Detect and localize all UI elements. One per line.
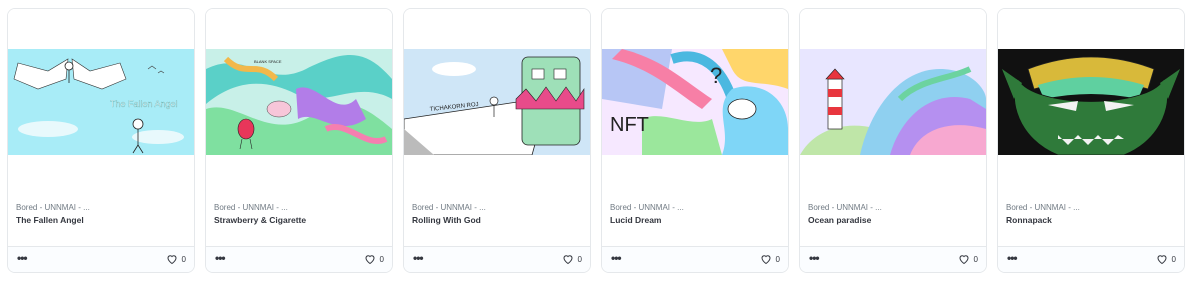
favorite-button[interactable]: 0 xyxy=(760,253,780,265)
asset-image[interactable]: NFT ? xyxy=(602,9,788,197)
asset-title[interactable]: Strawberry & Cigarette xyxy=(214,215,384,225)
asset-card[interactable]: Bored - UNNMAI - ... Ronnapack ••• 0 xyxy=(997,8,1185,273)
favorite-count: 0 xyxy=(181,254,186,264)
asset-grid: The Fallen Angel Bored - UNNMAI - ... Th… xyxy=(7,8,1193,273)
favorite-button[interactable]: 0 xyxy=(1156,253,1176,265)
asset-image[interactable]: The Fallen Angel xyxy=(8,9,194,197)
heart-icon xyxy=(761,255,771,265)
more-options-icon[interactable]: ••• xyxy=(215,252,226,264)
more-options-icon[interactable]: ••• xyxy=(17,252,28,264)
collection-name[interactable]: Bored - UNNMAI - ... xyxy=(808,203,978,212)
heart-icon xyxy=(1157,255,1167,265)
artwork-text: NFT xyxy=(610,114,649,136)
card-footer: ••• 0 xyxy=(998,246,1184,272)
fallen-angel-artwork: The Fallen Angel xyxy=(8,49,194,155)
artwork-text: BLANK SPACE xyxy=(254,59,282,64)
more-options-icon[interactable]: ••• xyxy=(1007,252,1018,264)
asset-card[interactable]: The Fallen Angel Bored - UNNMAI - ... Th… xyxy=(7,8,195,273)
favorite-count: 0 xyxy=(973,254,978,264)
more-options-icon[interactable]: ••• xyxy=(413,252,424,264)
asset-card[interactable]: TICHAKORN ROJ Bored - UNNMAI - ... Rolli… xyxy=(403,8,591,273)
collection-name[interactable]: Bored - UNNMAI - ... xyxy=(1006,203,1176,212)
asset-title[interactable]: The Fallen Angel xyxy=(16,215,186,225)
rolling-with-god-artwork: TICHAKORN ROJ xyxy=(404,49,590,155)
card-footer: ••• 0 xyxy=(206,246,392,272)
more-options-icon[interactable]: ••• xyxy=(611,252,622,264)
heart-icon xyxy=(365,255,375,265)
artwork-text: The Fallen Angel xyxy=(110,99,178,109)
favorite-count: 0 xyxy=(577,254,582,264)
card-footer: ••• 0 xyxy=(800,246,986,272)
card-footer: ••• 0 xyxy=(8,246,194,272)
asset-image[interactable]: TICHAKORN ROJ xyxy=(404,9,590,197)
favorite-button[interactable]: 0 xyxy=(166,253,186,265)
favorite-button[interactable]: 0 xyxy=(562,253,582,265)
asset-card[interactable]: NFT ? Bored - UNNMAI - ... Lucid Dream •… xyxy=(601,8,789,273)
heart-icon xyxy=(563,255,573,265)
asset-card[interactable]: Bored - UNNMAI - ... Ocean paradise ••• … xyxy=(799,8,987,273)
lucid-dream-artwork: NFT ? xyxy=(602,49,788,155)
asset-title[interactable]: Lucid Dream xyxy=(610,215,780,225)
svg-text:?: ? xyxy=(710,63,722,88)
card-footer: ••• 0 xyxy=(602,246,788,272)
asset-image[interactable]: BLANK SPACE xyxy=(206,9,392,197)
asset-title[interactable]: Rolling With God xyxy=(412,215,582,225)
more-options-icon[interactable]: ••• xyxy=(809,252,820,264)
heart-icon xyxy=(959,255,969,265)
collection-name[interactable]: Bored - UNNMAI - ... xyxy=(214,203,384,212)
heart-icon xyxy=(167,255,177,265)
collection-name[interactable]: Bored - UNNMAI - ... xyxy=(16,203,186,212)
favorite-count: 0 xyxy=(775,254,780,264)
asset-title[interactable]: Ocean paradise xyxy=(808,215,978,225)
asset-card[interactable]: BLANK SPACE Bored - UNNMAI - ... Strawbe… xyxy=(205,8,393,273)
strawberry-cigarette-artwork: BLANK SPACE xyxy=(206,49,392,155)
collection-name[interactable]: Bored - UNNMAI - ... xyxy=(610,203,780,212)
ronnapack-artwork xyxy=(998,49,1184,155)
favorite-count: 0 xyxy=(1171,254,1176,264)
collection-name[interactable]: Bored - UNNMAI - ... xyxy=(412,203,582,212)
favorite-count: 0 xyxy=(379,254,384,264)
favorite-button[interactable]: 0 xyxy=(364,253,384,265)
card-footer: ••• 0 xyxy=(404,246,590,272)
asset-title[interactable]: Ronnapack xyxy=(1006,215,1176,225)
favorite-button[interactable]: 0 xyxy=(958,253,978,265)
ocean-paradise-artwork xyxy=(800,49,986,155)
asset-image[interactable] xyxy=(800,9,986,197)
asset-image[interactable] xyxy=(998,9,1184,197)
